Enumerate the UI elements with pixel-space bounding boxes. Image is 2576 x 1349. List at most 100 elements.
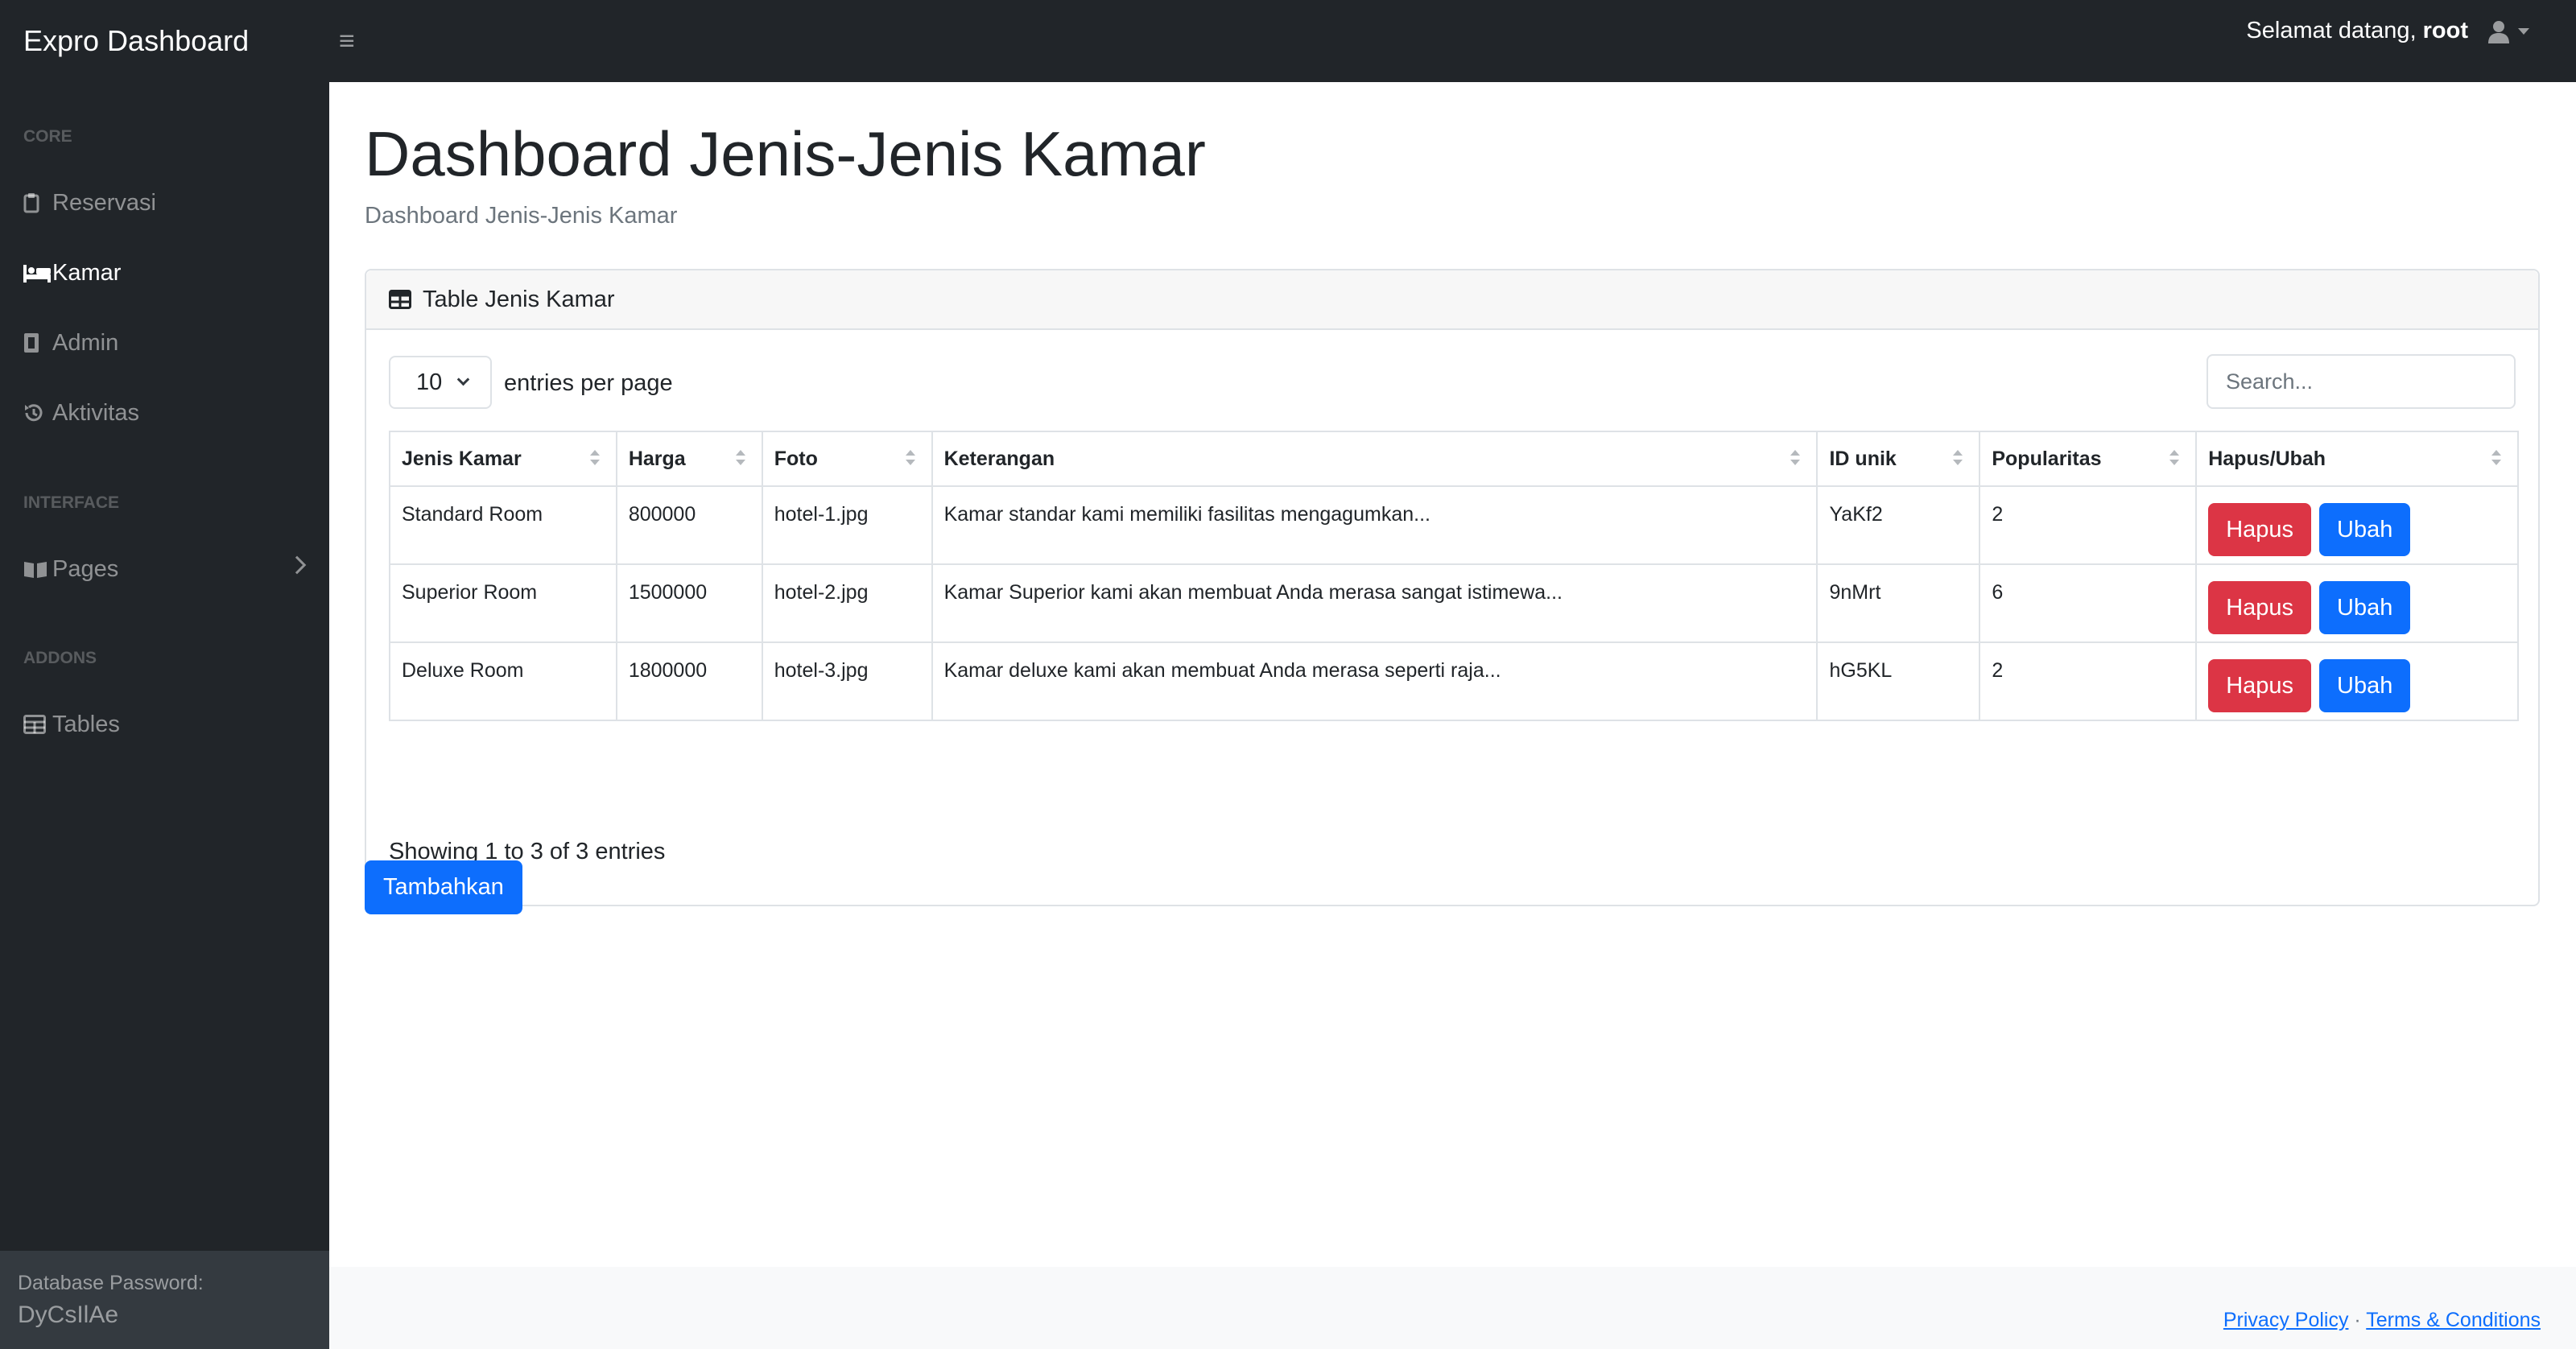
- per-page-label: entries per page: [504, 370, 673, 396]
- sort-icon: [2169, 450, 2180, 465]
- chevron-down-icon: [456, 373, 470, 386]
- top-navbar: Expro Dashboard ≡ Selamat datang, root: [0, 0, 2576, 82]
- sidebar-item-label: Tables: [52, 711, 120, 737]
- sidebar-item-kamar[interactable]: Kamar: [0, 245, 329, 301]
- db-password-label: Database Password:: [18, 1272, 204, 1294]
- edit-button[interactable]: Ubah: [2319, 659, 2411, 712]
- table-icon: [389, 290, 411, 309]
- column-header-jenis-kamar[interactable]: Jenis Kamar: [389, 431, 617, 487]
- book-open-icon: [23, 559, 52, 579]
- cell-popularitas: 2: [1979, 485, 2198, 565]
- main-content: Dashboard Jenis-Jenis Kamar Dashboard Je…: [329, 82, 2576, 1349]
- history-icon: [23, 402, 52, 423]
- sidebar-item-aktivitas[interactable]: Aktivitas: [0, 385, 329, 441]
- terms-link[interactable]: Terms & Conditions: [2366, 1309, 2541, 1331]
- column-header-foto[interactable]: Foto: [761, 431, 933, 487]
- sidebar-item-reservasi[interactable]: Reservasi: [0, 175, 329, 231]
- sidebar-toggle-icon[interactable]: ≡: [339, 27, 355, 55]
- breadcrumb: Dashboard Jenis-Jenis Kamar: [365, 203, 678, 229]
- cell-popularitas: 6: [1979, 563, 2198, 643]
- cell-actions: Hapus Ubah: [2195, 641, 2519, 721]
- cell-keterangan: Kamar Superior kami akan membuat Anda me…: [931, 563, 1818, 643]
- id-badge-icon: [23, 332, 52, 353]
- sort-icon: [589, 450, 600, 465]
- cell-foto: hotel-1.jpg: [761, 485, 933, 565]
- sidebar-item-label: Pages: [52, 555, 119, 582]
- sort-icon: [735, 450, 745, 465]
- footer-links: Privacy Policy · Terms & Conditions: [2223, 1309, 2541, 1332]
- add-room-type-button[interactable]: Tambahkan: [365, 860, 522, 914]
- user-icon: [2487, 19, 2510, 43]
- sidebar-item-tables[interactable]: Tables: [0, 696, 329, 753]
- cell-actions: Hapus Ubah: [2195, 485, 2519, 565]
- footer-separator: ·: [2354, 1309, 2361, 1331]
- cell-id: YaKf2: [1816, 485, 1981, 565]
- table-row: Standard Room 800000 hotel-1.jpg Kamar s…: [389, 485, 2519, 565]
- per-page-value: 10: [416, 369, 443, 395]
- edit-button[interactable]: Ubah: [2319, 503, 2411, 556]
- clipboard-icon: [23, 192, 52, 213]
- sidebar-item-label: Reservasi: [52, 189, 156, 216]
- room-types-table: Jenis Kamar Harga Foto Keterangan ID uni…: [389, 431, 2519, 721]
- room-types-card: Table Jenis Kamar 10 entries per page Se…: [365, 269, 2540, 906]
- card-title: Table Jenis Kamar: [423, 286, 615, 312]
- user-area: Selamat datang, root: [2246, 18, 2529, 44]
- username: root: [2422, 18, 2468, 43]
- cell-popularitas: 2: [1979, 641, 2198, 721]
- sidebar-item-label: Kamar: [52, 259, 122, 286]
- privacy-policy-link[interactable]: Privacy Policy: [2223, 1309, 2349, 1331]
- sidebar-item-label: Aktivitas: [52, 399, 139, 426]
- column-header-popularitas[interactable]: Popularitas: [1979, 431, 2198, 487]
- cell-jenis: Superior Room: [389, 563, 617, 643]
- welcome-text: Selamat datang,: [2246, 18, 2417, 43]
- sort-icon: [1953, 450, 1963, 465]
- cell-harga: 1800000: [615, 641, 763, 721]
- sidebar-item-label: Admin: [52, 329, 119, 356]
- chevron-down-icon: [2518, 27, 2529, 35]
- cell-foto: hotel-3.jpg: [761, 641, 933, 721]
- bed-icon: [23, 263, 52, 283]
- cell-harga: 1500000: [615, 563, 763, 643]
- sort-icon: [1790, 450, 1801, 465]
- cell-jenis: Standard Room: [389, 485, 617, 565]
- chevron-right-icon: [287, 555, 307, 575]
- cell-keterangan: Kamar standar kami memiliki fasilitas me…: [931, 485, 1818, 565]
- column-header-hapus-ubah[interactable]: Hapus/Ubah: [2195, 431, 2519, 487]
- sidebar-footer: Database Password: DyCsIlAe: [0, 1251, 329, 1349]
- cell-harga: 800000: [615, 485, 763, 565]
- table-icon: [23, 715, 52, 734]
- column-header-keterangan[interactable]: Keterangan: [931, 431, 1818, 487]
- sidebar: CORE Reservasi Kamar Admin Aktivitas INT…: [0, 82, 329, 1349]
- sort-icon: [905, 450, 915, 465]
- delete-button[interactable]: Hapus: [2208, 503, 2312, 556]
- cell-jenis: Deluxe Room: [389, 641, 617, 721]
- sidebar-item-admin[interactable]: Admin: [0, 315, 329, 371]
- sidebar-item-pages[interactable]: Pages: [0, 541, 329, 597]
- column-header-id-unik[interactable]: ID unik: [1816, 431, 1981, 487]
- sidebar-heading-interface: INTERFACE: [23, 493, 120, 512]
- cell-foto: hotel-2.jpg: [761, 563, 933, 643]
- per-page-select[interactable]: 10: [389, 356, 492, 409]
- column-header-harga[interactable]: Harga: [615, 431, 763, 487]
- cell-keterangan: Kamar deluxe kami akan membuat Anda mera…: [931, 641, 1818, 721]
- delete-button[interactable]: Hapus: [2208, 659, 2312, 712]
- sidebar-heading-core: CORE: [23, 127, 72, 146]
- card-header: Table Jenis Kamar: [366, 270, 2538, 330]
- delete-button[interactable]: Hapus: [2208, 581, 2312, 634]
- datatable-controls: 10 entries per page: [389, 354, 2516, 410]
- user-dropdown[interactable]: [2487, 19, 2529, 43]
- sort-icon: [2491, 450, 2501, 465]
- sidebar-heading-addons: ADDONS: [23, 649, 97, 667]
- search-input[interactable]: [2207, 354, 2516, 409]
- edit-button[interactable]: Ubah: [2319, 581, 2411, 634]
- page-footer: Privacy Policy · Terms & Conditions: [329, 1267, 2576, 1349]
- table-header-row: Jenis Kamar Harga Foto Keterangan ID uni…: [389, 431, 2519, 487]
- cell-id: 9nMrt: [1816, 563, 1981, 643]
- brand-title[interactable]: Expro Dashboard: [0, 24, 329, 58]
- table-row: Superior Room 1500000 hotel-2.jpg Kamar …: [389, 563, 2519, 643]
- cell-actions: Hapus Ubah: [2195, 563, 2519, 643]
- page-title: Dashboard Jenis-Jenis Kamar: [365, 118, 1206, 189]
- db-password-value: DyCsIlAe: [18, 1302, 119, 1328]
- cell-id: hG5KL: [1816, 641, 1981, 721]
- table-row: Deluxe Room 1800000 hotel-3.jpg Kamar de…: [389, 641, 2519, 721]
